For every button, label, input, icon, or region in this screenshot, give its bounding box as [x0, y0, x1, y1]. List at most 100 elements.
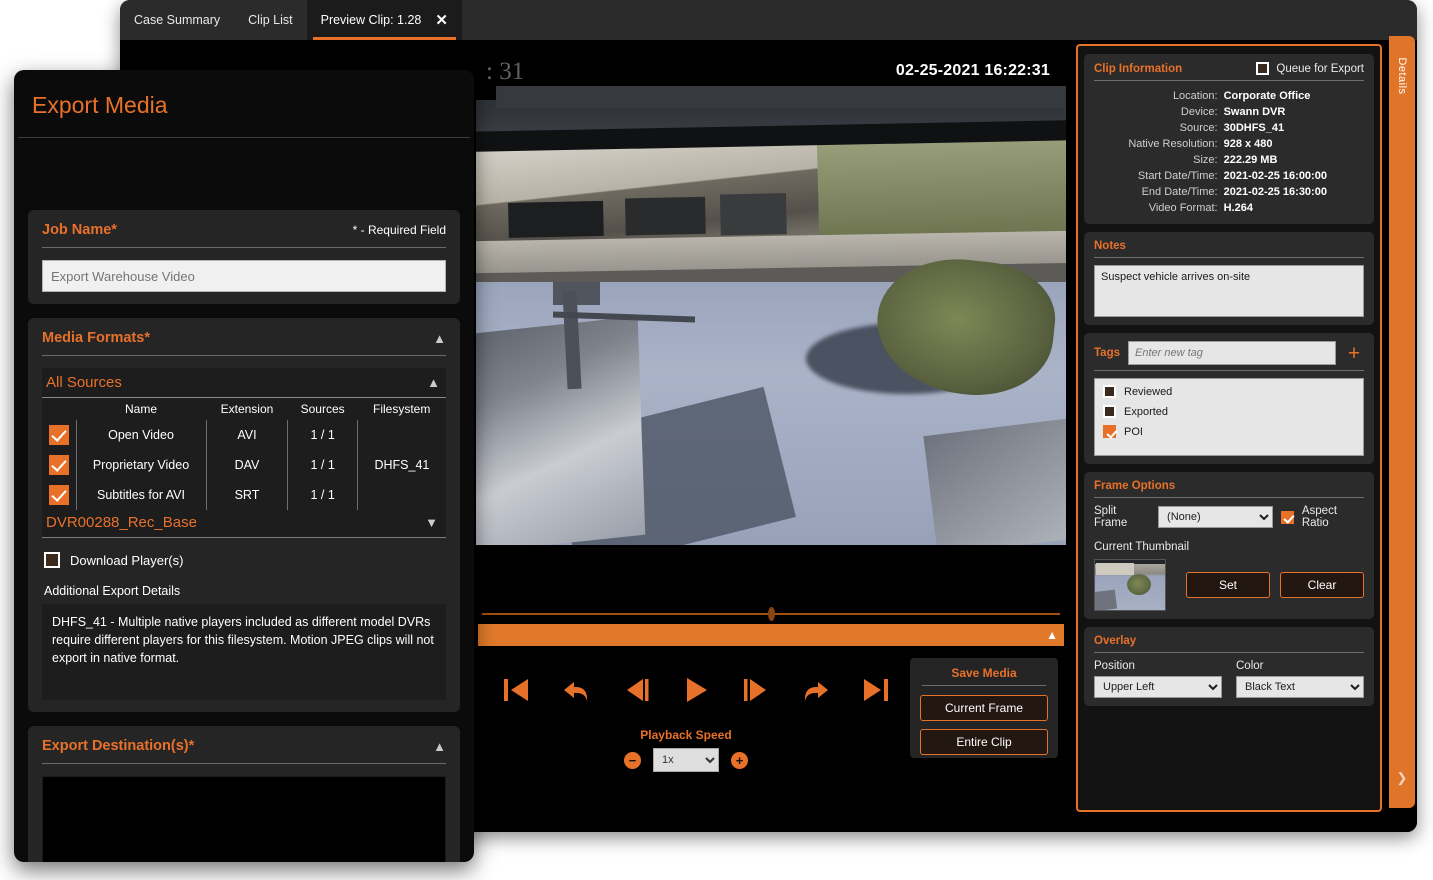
save-entire-clip-button[interactable]: Entire Clip [920, 729, 1048, 755]
aspect-ratio-checkbox[interactable] [1281, 511, 1294, 524]
save-current-frame-button[interactable]: Current Frame [920, 695, 1048, 721]
tag-checkbox[interactable] [1103, 405, 1116, 418]
tags-list: Reviewed Exported POI [1094, 378, 1364, 456]
list-item[interactable]: Reviewed [1103, 385, 1355, 398]
format-checkbox[interactable] [49, 455, 69, 475]
field-label: Source: [1094, 120, 1224, 136]
video-timestamp-left: : 31 [486, 58, 524, 86]
media-formats-table: Name Extension Sources Filesystem Open V… [42, 398, 446, 510]
previous-frame-button[interactable] [623, 675, 651, 705]
job-name-input[interactable] [42, 260, 446, 292]
format-sources: 1 / 1 [288, 420, 357, 450]
table-row: Native Resolution: 928 x 480 [1094, 136, 1364, 152]
next-frame-button[interactable] [741, 675, 769, 705]
thumbnail-car [1094, 590, 1117, 611]
format-checkbox[interactable] [49, 425, 69, 445]
tag-checkbox[interactable] [1103, 385, 1116, 398]
download-players-checkbox[interactable] [44, 552, 60, 568]
download-players-row[interactable]: Download Player(s) [44, 552, 446, 568]
tab-label: Case Summary [134, 13, 220, 27]
current-thumbnail-label: Current Thumbnail [1094, 541, 1364, 553]
tag-label: POI [1124, 426, 1143, 438]
timeline-scrubber[interactable] [478, 607, 1064, 621]
chevron-right-icon[interactable]: ❯ [1389, 770, 1415, 786]
row-checkbox-cell[interactable] [42, 420, 76, 450]
format-checkbox[interactable] [49, 485, 69, 505]
export-media-dialog: Export Media Job Name* * - Required Fiel… [14, 70, 474, 862]
frame-options-card: Frame Options Split Frame (None) Aspect … [1084, 472, 1374, 619]
speed-decrease-button[interactable]: − [624, 752, 641, 769]
additional-export-details-text: DHFS_41 - Multiple native players includ… [42, 604, 446, 700]
media-formats-header[interactable]: Media Formats* ▲ [42, 330, 446, 346]
chevron-up-icon[interactable]: ▲ [433, 739, 446, 754]
rec-base-group-header[interactable]: DVR00288_Rec_Base ▼ [42, 510, 446, 538]
job-name-header: Job Name* * - Required Field [42, 222, 446, 238]
overlay-color-select[interactable]: Black Text [1236, 676, 1364, 698]
all-sources-label: All Sources [46, 374, 122, 391]
tab-case-summary[interactable]: Case Summary [120, 0, 234, 40]
new-tag-input[interactable] [1128, 341, 1336, 365]
export-destinations-list[interactable] [42, 776, 446, 862]
export-destinations-header[interactable]: Export Destination(s)* ▲ [42, 738, 446, 754]
tab-clip-list[interactable]: Clip List [234, 0, 306, 40]
row-checkbox-cell[interactable] [42, 480, 76, 510]
chevron-down-icon[interactable]: ▼ [425, 515, 438, 530]
tag-checkbox[interactable] [1103, 425, 1116, 438]
column-header-name: Name [76, 398, 206, 420]
chevron-up-icon[interactable]: ▲ [433, 331, 446, 346]
scrubber-handle[interactable] [768, 607, 775, 621]
split-frame-select[interactable]: (None) [1158, 506, 1273, 528]
play-button[interactable] [682, 675, 710, 705]
tab-preview-clip[interactable]: Preview Clip: 1.28 ✕ [307, 0, 462, 40]
step-forward-multi-button[interactable] [801, 675, 831, 705]
plus-icon[interactable]: + [1344, 343, 1364, 364]
video-car [476, 316, 644, 545]
playback-speed-controls: − 1x + [476, 748, 896, 772]
divider [1094, 370, 1364, 371]
field-value: H.264 [1224, 200, 1364, 216]
thumbnail-bush [1127, 574, 1151, 595]
all-sources-header[interactable]: All Sources ▲ [42, 368, 446, 397]
playback-speed-select[interactable]: 1x [653, 748, 719, 772]
clear-thumbnail-button[interactable]: Clear [1280, 572, 1364, 598]
export-media-scroll-area[interactable]: Job Name* * - Required Field Media Forma… [14, 210, 474, 862]
queue-for-export-checkbox[interactable] [1256, 62, 1269, 75]
table-row: Proprietary Video DAV 1 / 1 DHFS_41 [42, 450, 446, 480]
clip-information-table: Location: Corporate Office Device: Swann… [1094, 88, 1364, 216]
overlay-position-group: Position Upper Left [1094, 660, 1222, 698]
speed-increase-button[interactable]: + [731, 752, 748, 769]
step-back-multi-button[interactable] [561, 675, 591, 705]
table-row: Source: 30DHFS_41 [1094, 120, 1364, 136]
jump-to-start-button[interactable] [502, 675, 530, 705]
notes-title: Notes [1094, 240, 1364, 252]
details-side-tab[interactable]: Details ❯ [1389, 36, 1415, 808]
field-value: 222.29 MB [1224, 152, 1364, 168]
queue-for-export-toggle[interactable]: Queue for Export [1256, 62, 1364, 75]
format-sources: 1 / 1 [288, 450, 357, 480]
chevron-up-icon[interactable]: ▲ [1046, 628, 1058, 642]
table-row: Size: 222.29 MB [1094, 152, 1364, 168]
set-thumbnail-button[interactable]: Set [1186, 572, 1270, 598]
clip-information-header: Clip Information Queue for Export [1094, 62, 1364, 75]
chevron-up-icon[interactable]: ▲ [427, 375, 440, 390]
column-header-sources: Sources [288, 398, 357, 420]
list-item[interactable]: Exported [1103, 405, 1355, 418]
video-second-car [924, 415, 1066, 545]
row-checkbox-cell[interactable] [42, 450, 76, 480]
timeline-orange-bar[interactable]: ▲ [478, 624, 1064, 646]
close-icon[interactable]: ✕ [435, 13, 448, 28]
tag-label: Reviewed [1124, 386, 1172, 398]
overlay-position-select[interactable]: Upper Left [1094, 676, 1222, 698]
jump-to-end-button[interactable] [862, 675, 890, 705]
export-destinations-title: Export Destination(s)* [42, 738, 194, 754]
field-value: Swann DVR [1224, 104, 1364, 120]
list-item[interactable]: POI [1103, 425, 1355, 438]
table-row: Location: Corporate Office [1094, 88, 1364, 104]
notes-textarea[interactable]: Suspect vehicle arrives on-site [1094, 265, 1364, 317]
clip-information-title: Clip Information [1094, 63, 1182, 75]
clip-information-card: Clip Information Queue for Export Locati… [1084, 54, 1374, 224]
field-value: 928 x 480 [1224, 136, 1364, 152]
video-frame[interactable] [476, 100, 1066, 545]
divider [18, 137, 470, 138]
column-header-filesystem: Filesystem [357, 398, 446, 420]
